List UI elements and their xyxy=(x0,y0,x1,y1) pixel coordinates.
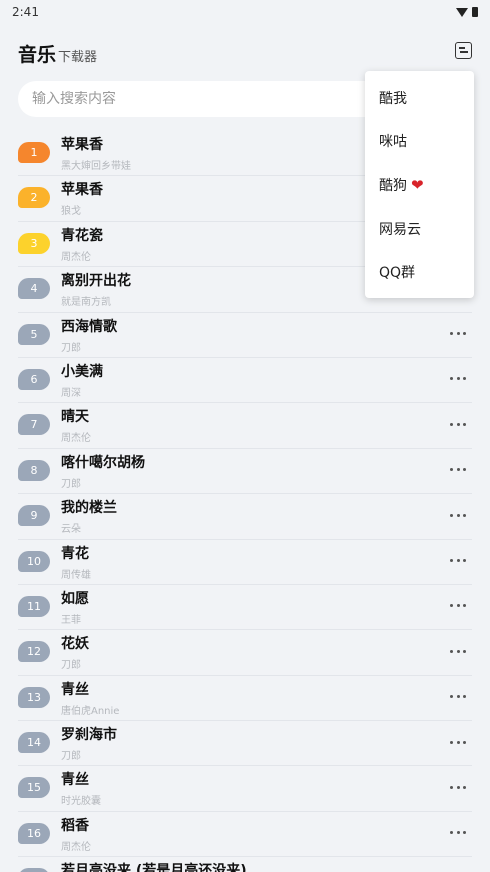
popup-item[interactable]: 酷我 xyxy=(365,76,474,120)
song-title: 青花 xyxy=(61,545,89,562)
battery-icon xyxy=(472,7,478,17)
song-row[interactable]: 15 青丝时光胶囊 xyxy=(18,766,472,812)
more-options-icon[interactable] xyxy=(450,694,466,700)
rank-badge: 3 xyxy=(18,232,50,254)
popup-item-label: 酷我 xyxy=(379,90,407,107)
rank-badge: 6 xyxy=(18,368,50,390)
song-row[interactable]: 7 晴天周杰伦 xyxy=(18,403,472,449)
more-options-icon[interactable] xyxy=(450,376,466,382)
search-input[interactable] xyxy=(32,91,332,107)
song-title: 如愿 xyxy=(61,590,89,607)
song-artist: 云朵 xyxy=(61,524,81,536)
more-options-icon[interactable] xyxy=(450,512,466,518)
rank-badge: 12 xyxy=(18,641,50,663)
song-artist: 就是南方凯 xyxy=(61,297,111,309)
more-options-icon[interactable] xyxy=(450,558,466,564)
popup-item-label: 网易云 xyxy=(379,221,421,238)
popup-item[interactable]: 咪咕 xyxy=(365,120,474,164)
song-artist: 狼戈 xyxy=(61,206,81,218)
song-artist: 周深 xyxy=(61,387,81,399)
song-title: 苹果香 xyxy=(61,137,103,153)
song-row[interactable]: 9 我的楼兰云朵 xyxy=(18,494,472,540)
wifi-icon xyxy=(456,7,468,17)
heart-icon: ❤ xyxy=(411,175,424,194)
rank-badge: 14 xyxy=(18,732,50,754)
app-header: 音乐 下载器 xyxy=(18,40,476,66)
more-options-icon[interactable] xyxy=(450,739,466,745)
song-title: 罗刹海市 xyxy=(61,727,117,744)
song-title: 苹果香 xyxy=(61,182,103,199)
rank-badge: 1 xyxy=(18,142,50,163)
popup-item[interactable]: 网易云 xyxy=(365,207,474,251)
song-row[interactable]: 5 西海情歌刀郎 xyxy=(18,313,472,358)
more-options-icon[interactable] xyxy=(450,648,466,654)
song-artist: 刀郎 xyxy=(61,478,81,490)
song-row[interactable]: 13 青丝唐伯虎Annie xyxy=(18,676,472,722)
song-title: 稻香 xyxy=(61,817,89,834)
status-time: 2:41 xyxy=(12,5,39,19)
song-title: 离别开出花 xyxy=(61,273,131,290)
popup-item-label: 酷狗 xyxy=(379,177,407,194)
song-row[interactable]: 6 小美满周深 xyxy=(18,358,472,404)
song-row[interactable]: 14 罗刹海市刀郎 xyxy=(18,721,472,767)
song-title: 喀什噶尔胡杨 xyxy=(61,454,145,471)
song-artist: 王菲 xyxy=(61,614,81,626)
song-artist: 唐伯虎Annie xyxy=(61,705,120,717)
rank-badge: 15 xyxy=(18,777,50,799)
more-options-icon[interactable] xyxy=(450,830,466,836)
song-title: 青丝 xyxy=(61,681,89,698)
song-title: 若月亮没来 (若是月亮还没来) xyxy=(61,863,247,872)
rank-badge: 13 xyxy=(18,686,50,708)
song-row[interactable]: 10 青花周传雄 xyxy=(18,540,472,585)
song-row[interactable]: 8 喀什噶尔胡杨刀郎 xyxy=(18,449,472,495)
song-title: 花妖 xyxy=(61,636,89,653)
more-options-icon[interactable] xyxy=(450,331,466,337)
song-title: 西海情歌 xyxy=(61,318,117,335)
song-artist: 刀郎 xyxy=(61,342,81,354)
popup-item-label: QQ群 xyxy=(379,265,416,282)
song-row[interactable]: 17 若月亮没来 (若是月亮还没来) xyxy=(18,857,472,872)
status-icons xyxy=(456,7,478,17)
rank-badge: 2 xyxy=(18,187,50,209)
song-artist: 周传雄 xyxy=(61,569,91,581)
song-row[interactable]: 12 花妖刀郎 xyxy=(18,630,472,676)
song-row[interactable]: 11 如愿王菲 xyxy=(18,585,472,631)
more-options-icon[interactable] xyxy=(450,421,466,427)
app-title: 音乐 xyxy=(18,43,57,66)
song-title: 青花瓷 xyxy=(61,227,103,244)
rank-badge: 8 xyxy=(18,459,50,481)
rank-badge: 5 xyxy=(18,323,50,345)
more-options-icon[interactable] xyxy=(450,784,466,790)
rank-badge: 7 xyxy=(18,414,50,436)
song-artist: 周杰伦 xyxy=(61,251,91,263)
song-row[interactable]: 16 稻香周杰伦 xyxy=(18,812,472,858)
app-subtitle: 下载器 xyxy=(58,49,98,65)
source-popup-menu: 酷我咪咕酷狗 ❤ 网易云 QQ群 xyxy=(365,71,474,298)
rank-badge: 16 xyxy=(18,822,50,844)
rank-badge: 4 xyxy=(18,278,50,300)
song-title: 晴天 xyxy=(61,409,89,426)
song-title: 我的楼兰 xyxy=(61,500,117,517)
status-bar: 2:41 xyxy=(0,0,490,24)
rank-badge: 10 xyxy=(18,550,50,572)
rank-badge: 17 xyxy=(18,868,50,872)
more-options-icon[interactable] xyxy=(450,467,466,473)
song-artist: 刀郎 xyxy=(61,751,81,763)
more-options-icon[interactable] xyxy=(450,603,466,609)
song-title: 青丝 xyxy=(61,772,89,789)
song-artist: 周杰伦 xyxy=(61,841,91,853)
song-title: 小美满 xyxy=(61,363,103,380)
song-artist: 黑大婶回乡带娃 xyxy=(61,161,131,172)
song-artist: 刀郎 xyxy=(61,660,81,672)
song-artist: 时光胶囊 xyxy=(61,796,101,808)
popup-item[interactable]: QQ群 xyxy=(365,250,474,294)
list-menu-icon[interactable] xyxy=(455,42,472,59)
rank-badge: 9 xyxy=(18,505,50,527)
song-artist: 周杰伦 xyxy=(61,433,91,445)
popup-item-label: 咪咕 xyxy=(379,134,407,151)
rank-badge: 11 xyxy=(18,595,50,617)
popup-item[interactable]: 酷狗 ❤ xyxy=(365,163,474,207)
